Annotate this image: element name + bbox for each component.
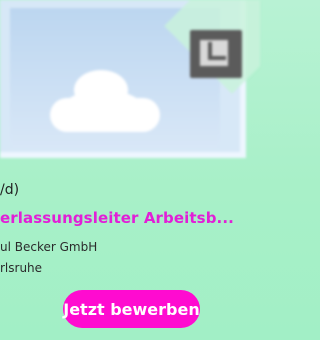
job-title[interactable]: erlassungsleiter Arbeitsb... (0, 209, 234, 227)
job-company: ul Becker GmbH (0, 240, 98, 254)
image-placeholder-icon-mark (208, 42, 226, 60)
cloud-shape (50, 98, 160, 132)
apply-now-button[interactable]: Jetzt bewerben (63, 290, 200, 328)
job-gender-suffix: /d) (0, 182, 20, 198)
job-location: rlsruhe (0, 261, 43, 275)
job-image (0, 0, 260, 175)
image-placeholder-icon (190, 30, 242, 78)
